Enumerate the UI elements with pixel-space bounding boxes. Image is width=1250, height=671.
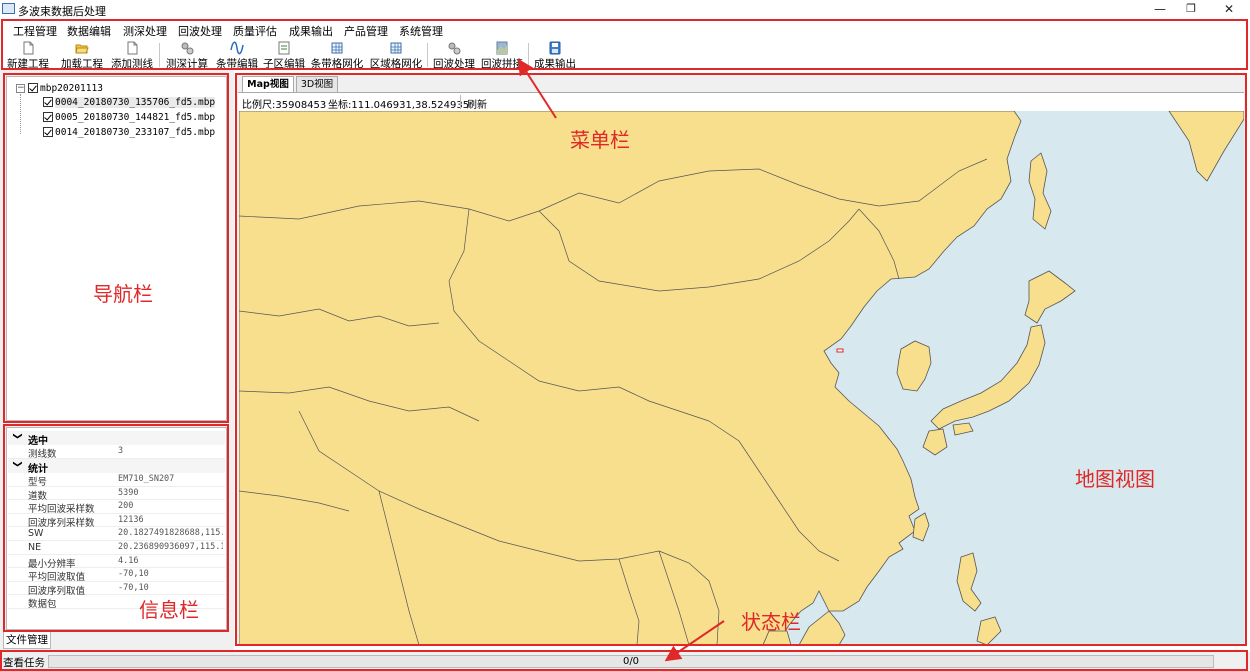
- annotation-status-label: 状态栏: [741, 610, 801, 634]
- annotation-menu-label: 菜单栏: [570, 128, 630, 152]
- annotation-map-label: 地图视图: [1075, 467, 1155, 491]
- annotation-nav-label: 导航栏: [93, 282, 153, 306]
- annotation-arrows: [517, 58, 725, 662]
- annotation-info-label: 信息栏: [139, 598, 199, 622]
